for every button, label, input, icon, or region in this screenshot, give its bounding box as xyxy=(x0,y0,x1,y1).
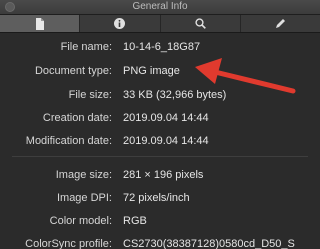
search-icon xyxy=(195,18,206,29)
info-label: File size: xyxy=(68,89,112,101)
info-row-colorsync-profile: ColorSync profile: CS2730(38387128)0580c… xyxy=(0,235,320,249)
tab-edit[interactable] xyxy=(241,15,320,32)
window-title: General Info xyxy=(132,1,188,12)
tab-bar xyxy=(0,15,320,33)
info-value: RGB xyxy=(123,215,147,227)
info-row-document-type: Document type: PNG image xyxy=(0,62,320,80)
info-label: Image DPI: xyxy=(56,192,112,204)
info-value: 72 pixels/inch xyxy=(123,192,190,204)
tab-info[interactable] xyxy=(80,15,161,32)
info-value: 33 KB (32,966 bytes) xyxy=(123,89,227,101)
info-row-file-size: File size: 33 KB (32,966 bytes) xyxy=(0,86,320,104)
info-icon xyxy=(114,18,126,29)
info-label: Document type: xyxy=(34,65,112,77)
info-row-image-size: Image size: 281 × 196 pixels xyxy=(0,166,320,184)
info-label: File name: xyxy=(60,41,112,53)
info-row-modification-date: Modification date: 2019.09.04 14:44 xyxy=(0,132,320,150)
info-row-file-name: File name: 10-14-6_18G87 xyxy=(0,38,320,56)
document-icon xyxy=(35,17,44,30)
general-info-window: General Info File name: 10-14-6_18G87 Do… xyxy=(0,0,320,249)
info-value: 10-14-6_18G87 xyxy=(123,41,201,53)
section-divider xyxy=(12,156,308,157)
info-value: PNG image xyxy=(123,65,180,77)
info-label: Image size: xyxy=(55,169,112,181)
tab-general[interactable] xyxy=(0,15,81,32)
title-bar: General Info xyxy=(0,0,320,15)
info-value: CS2730(38387128)0580cd_D50_S xyxy=(123,238,295,249)
info-value: 2019.09.04 14:44 xyxy=(123,112,209,124)
info-label: Modification date: xyxy=(25,135,112,147)
tab-search[interactable] xyxy=(161,15,241,32)
pencil-icon xyxy=(275,19,285,28)
info-row-image-dpi: Image DPI: 72 pixels/inch xyxy=(0,189,320,207)
info-label: ColorSync profile: xyxy=(25,238,112,249)
info-row-creation-date: Creation date: 2019.09.04 14:44 xyxy=(0,109,320,127)
info-label: Creation date: xyxy=(42,112,112,124)
info-value: 2019.09.04 14:44 xyxy=(123,135,209,147)
info-row-color-model: Color model: RGB xyxy=(0,212,320,230)
info-label: Color model: xyxy=(49,215,112,227)
info-value: 281 × 196 pixels xyxy=(123,169,204,181)
